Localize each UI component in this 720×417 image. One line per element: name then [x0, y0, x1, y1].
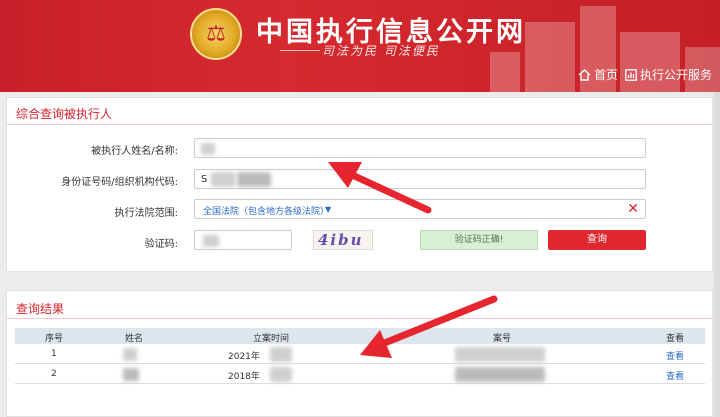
clear-icon[interactable]: ✕	[627, 201, 639, 217]
nav-service-link[interactable]: 执行公开服务	[625, 66, 712, 83]
search-button[interactable]: 查询	[548, 230, 646, 250]
redacted-blur	[270, 347, 292, 362]
view-link[interactable]: 查看	[666, 369, 684, 382]
column-header-date: 立案时间	[253, 334, 290, 344]
slogan-divider	[280, 50, 320, 51]
court-scope-label: 执行法院范围:	[114, 208, 178, 219]
section-divider	[7, 124, 712, 125]
captcha-input[interactable]	[194, 230, 292, 250]
redacted-blur	[455, 367, 545, 382]
redacted-blur	[455, 347, 545, 362]
nav-home-label: 首页	[594, 68, 619, 82]
site-header: ⚖ 中国执行信息公开网 司法为民 司法便民 首页 执行公开服务	[0, 0, 720, 92]
captcha-image[interactable]: 4ibu	[313, 230, 373, 250]
scrollbar[interactable]	[714, 92, 720, 417]
site-slogan: 司法为民 司法便民	[322, 44, 440, 58]
view-link[interactable]: 查看	[666, 349, 684, 362]
table-row: 2 2018年 查看	[15, 365, 705, 384]
redacted-blur	[123, 348, 137, 361]
row-date: 2018年	[228, 372, 260, 382]
court-emblem-icon[interactable]: ⚖	[190, 8, 242, 60]
redacted-blur	[270, 367, 292, 382]
court-scope-value: 全国法院（包含地方各级法院）	[203, 207, 330, 217]
query-panel: 综合查询被执行人 被执行人姓名/名称: 身份证号码/组织机构代码: S 执行法院…	[6, 97, 713, 272]
results-section-title: 查询结果	[16, 302, 65, 316]
column-header-view: 查看	[666, 334, 685, 344]
column-header-name: 姓名	[125, 334, 144, 344]
caret-down-icon: ▼	[325, 205, 332, 214]
row-index: 1	[51, 349, 57, 359]
results-panel: 查询结果 序号 姓名 立案时间 案号 查看 1 2021年 查看 2 2018年…	[6, 290, 713, 417]
captcha-ok-badge: 验证码正确!	[420, 230, 538, 250]
results-table-header: 序号 姓名 立案时间 案号 查看	[15, 328, 705, 344]
redacted-blur	[237, 172, 271, 187]
home-icon	[578, 68, 591, 81]
section-divider	[7, 318, 712, 319]
row-index: 2	[51, 369, 57, 379]
table-row: 1 2021年 查看	[15, 345, 705, 364]
name-input[interactable]	[194, 138, 646, 158]
column-header-case-number: 案号	[493, 334, 512, 344]
nav-home-link[interactable]: 首页	[578, 66, 618, 83]
redacted-blur	[211, 172, 235, 187]
redacted-blur	[201, 143, 215, 155]
id-label: 身份证号码/组织机构代码:	[61, 177, 178, 188]
row-date: 2021年	[228, 352, 260, 362]
court-scope-select[interactable]: 全国法院（包含地方各级法院） ▼ ✕	[194, 199, 646, 219]
name-label: 被执行人姓名/名称:	[91, 146, 178, 157]
query-section-title: 综合查询被执行人	[16, 107, 113, 121]
column-header-index: 序号	[45, 334, 64, 344]
nav-service-label: 执行公开服务	[640, 68, 713, 82]
captcha-label: 验证码:	[144, 239, 178, 250]
redacted-blur	[123, 368, 139, 381]
redacted-blur	[203, 235, 219, 247]
id-number-input[interactable]: S	[194, 169, 646, 189]
chart-icon	[625, 68, 637, 81]
